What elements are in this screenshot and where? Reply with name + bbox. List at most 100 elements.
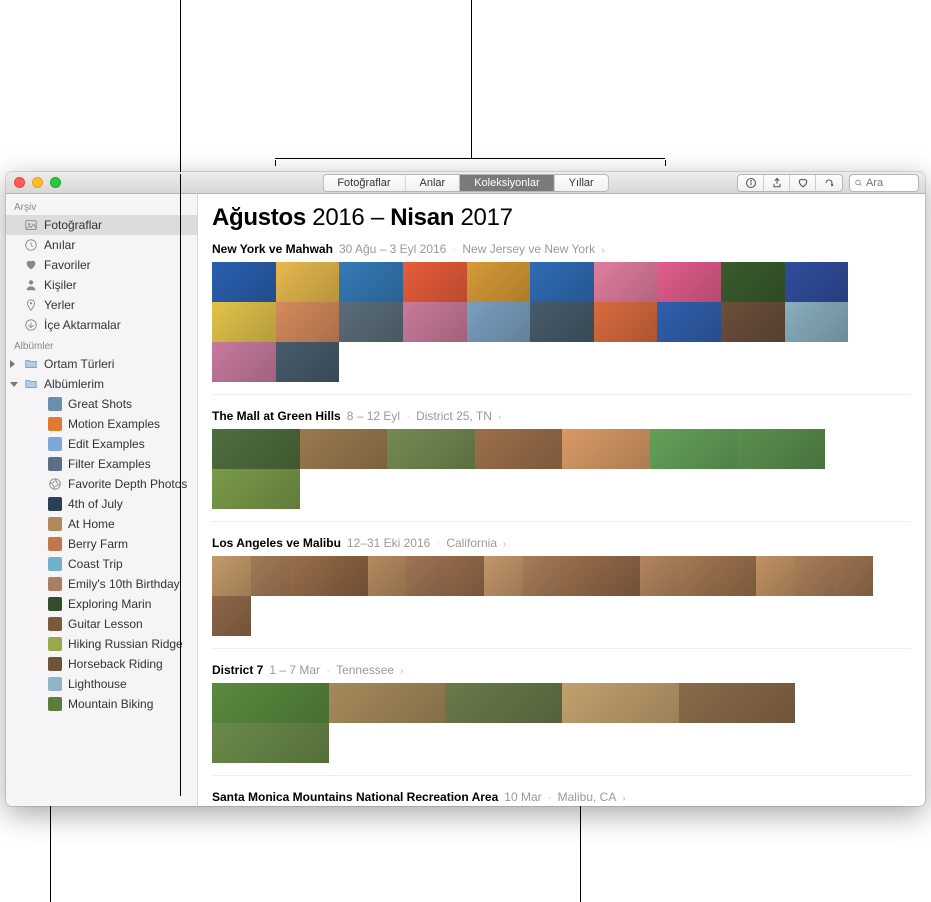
sidebar-item-favoriler[interactable]: Favoriler [6, 255, 197, 275]
photo-thumbnail[interactable] [467, 302, 531, 342]
photo-thumbnail[interactable] [721, 302, 785, 342]
sidebar-item-albümlerim[interactable]: Albümlerim [6, 374, 197, 394]
sidebar-album-emily-s-10th-birthday[interactable]: Emily's 10th Birthday [6, 574, 197, 594]
sidebar-item-ortam-türleri[interactable]: Ortam Türleri [6, 354, 197, 374]
photo-thumbnail[interactable] [276, 342, 340, 382]
minimize-button[interactable] [32, 177, 43, 188]
photo-thumbnail[interactable] [329, 683, 446, 723]
tab-yıllar[interactable]: Yıllar [555, 175, 608, 191]
photo-thumbnail[interactable] [445, 683, 562, 723]
photo-thumbnail[interactable] [717, 556, 756, 596]
sidebar-album-coast-trip[interactable]: Coast Trip [6, 554, 197, 574]
sidebar-item-yerler[interactable]: Yerler [6, 295, 197, 315]
photo-thumbnail[interactable] [737, 429, 825, 469]
photo-thumbnail[interactable] [276, 302, 340, 342]
photo-thumbnail[interactable] [562, 556, 601, 596]
photo-thumbnail[interactable] [594, 262, 658, 302]
photo-thumbnail[interactable] [329, 556, 368, 596]
photo-thumbnail[interactable] [212, 723, 329, 763]
sidebar-album-filter-examples[interactable]: Filter Examples [6, 454, 197, 474]
photo-thumbnail[interactable] [339, 302, 403, 342]
sidebar-album-edit-examples[interactable]: Edit Examples [6, 434, 197, 454]
photo-thumbnail[interactable] [212, 596, 251, 636]
photo-thumbnail[interactable] [530, 262, 594, 302]
photo-thumbnail[interactable] [251, 556, 290, 596]
photo-thumbnail[interactable] [212, 262, 276, 302]
share-button[interactable] [764, 175, 790, 191]
sidebar-album-favorite-depth-photos[interactable]: Favorite Depth Photos [6, 474, 197, 494]
photo-thumbnail[interactable] [290, 556, 329, 596]
photo-thumbnail[interactable] [300, 429, 388, 469]
photo-thumbnail[interactable] [387, 429, 475, 469]
sidebar-album-exploring-marin[interactable]: Exploring Marin [6, 594, 197, 614]
collection-header[interactable]: District 71 – 7 Mar·Tennessee› [212, 663, 911, 677]
sidebar-album-motion-examples[interactable]: Motion Examples [6, 414, 197, 434]
photo-thumbnail[interactable] [368, 556, 407, 596]
photo-thumbnail[interactable] [679, 683, 796, 723]
sidebar-album-horseback-riding[interactable]: Horseback Riding [6, 654, 197, 674]
collection-header[interactable]: The Mall at Green Hills8 – 12 Eyl·Distri… [212, 409, 911, 423]
main-content[interactable]: Ağustos 2016 – Nisan 2017New York ve Mah… [198, 194, 925, 806]
collection-header[interactable]: Los Angeles ve Malibu12–31 Eki 2016·Cali… [212, 536, 911, 550]
photo-thumbnail[interactable] [212, 556, 251, 596]
photo-thumbnail[interactable] [403, 262, 467, 302]
photo-thumbnail[interactable] [594, 302, 658, 342]
photo-thumbnail[interactable] [212, 342, 276, 382]
photo-thumbnail[interactable] [276, 262, 340, 302]
sidebar-album-guitar-lesson[interactable]: Guitar Lesson [6, 614, 197, 634]
photo-thumbnail[interactable] [403, 302, 467, 342]
collection-header[interactable]: Santa Monica Mountains National Recreati… [212, 790, 911, 804]
photo-thumbnail[interactable] [795, 556, 834, 596]
zoom-button[interactable] [50, 177, 61, 188]
search-field[interactable] [849, 174, 919, 192]
tab-anlar[interactable]: Anlar [406, 175, 461, 191]
photo-thumbnail[interactable] [406, 556, 445, 596]
photo-thumbnail[interactable] [756, 556, 795, 596]
photo-thumbnail[interactable] [657, 262, 721, 302]
photo-thumbnail[interactable] [445, 556, 484, 596]
sidebar-item-fotoğraflar[interactable]: Fotoğraflar [6, 215, 197, 235]
photo-thumbnail[interactable] [650, 429, 738, 469]
photo-thumbnail[interactable] [212, 302, 276, 342]
sidebar-album-great-shots[interactable]: Great Shots [6, 394, 197, 414]
photo-thumbnail[interactable] [212, 469, 300, 509]
sidebar-album-berry-farm[interactable]: Berry Farm [6, 534, 197, 554]
photo-thumbnail[interactable] [679, 556, 718, 596]
sidebar-item-i̇çe-aktarmalar[interactable]: İçe Aktarmalar [6, 315, 197, 335]
disclosure-triangle[interactable] [10, 360, 15, 368]
photo-thumbnail[interactable] [530, 302, 594, 342]
info-button[interactable] [738, 175, 764, 191]
sidebar-album-4th-of-july[interactable]: 4th of July [6, 494, 197, 514]
photo-thumbnail[interactable] [467, 262, 531, 302]
photo-thumbnail[interactable] [721, 262, 785, 302]
photo-thumbnail[interactable] [640, 556, 679, 596]
sidebar-album-at-home[interactable]: At Home [6, 514, 197, 534]
photo-thumbnail[interactable] [523, 556, 562, 596]
sidebar-album-mountain-biking[interactable]: Mountain Biking [6, 694, 197, 714]
photo-thumbnail[interactable] [785, 302, 849, 342]
sidebar-album-lighthouse[interactable]: Lighthouse [6, 674, 197, 694]
photo-thumbnail[interactable] [484, 556, 523, 596]
photo-thumbnail[interactable] [657, 302, 721, 342]
photo-thumbnail[interactable] [339, 262, 403, 302]
tab-fotoğraflar[interactable]: Fotoğraflar [323, 175, 405, 191]
photo-thumbnail[interactable] [834, 556, 873, 596]
rotate-button[interactable] [816, 175, 842, 191]
close-button[interactable] [14, 177, 25, 188]
favorite-button[interactable] [790, 175, 816, 191]
collection-header[interactable]: New York ve Mahwah30 Ağu – 3 Eyl 2016·Ne… [212, 242, 911, 256]
sidebar[interactable]: ArşivFotoğraflarAnılarFavorilerKişilerYe… [6, 194, 198, 806]
photo-thumbnail[interactable] [212, 683, 329, 723]
tab-koleksiyonlar[interactable]: Koleksiyonlar [460, 175, 554, 191]
sidebar-album-hiking-russian-ridge[interactable]: Hiking Russian Ridge [6, 634, 197, 654]
photo-thumbnail[interactable] [785, 262, 849, 302]
photo-thumbnail[interactable] [562, 683, 679, 723]
photo-thumbnail[interactable] [475, 429, 563, 469]
photo-thumbnail[interactable] [562, 429, 650, 469]
photo-thumbnail[interactable] [212, 429, 300, 469]
disclosure-triangle[interactable] [10, 382, 18, 387]
search-input[interactable] [866, 177, 914, 189]
photo-thumbnail[interactable] [601, 556, 640, 596]
sidebar-item-kişiler[interactable]: Kişiler [6, 275, 197, 295]
sidebar-item-anılar[interactable]: Anılar [6, 235, 197, 255]
